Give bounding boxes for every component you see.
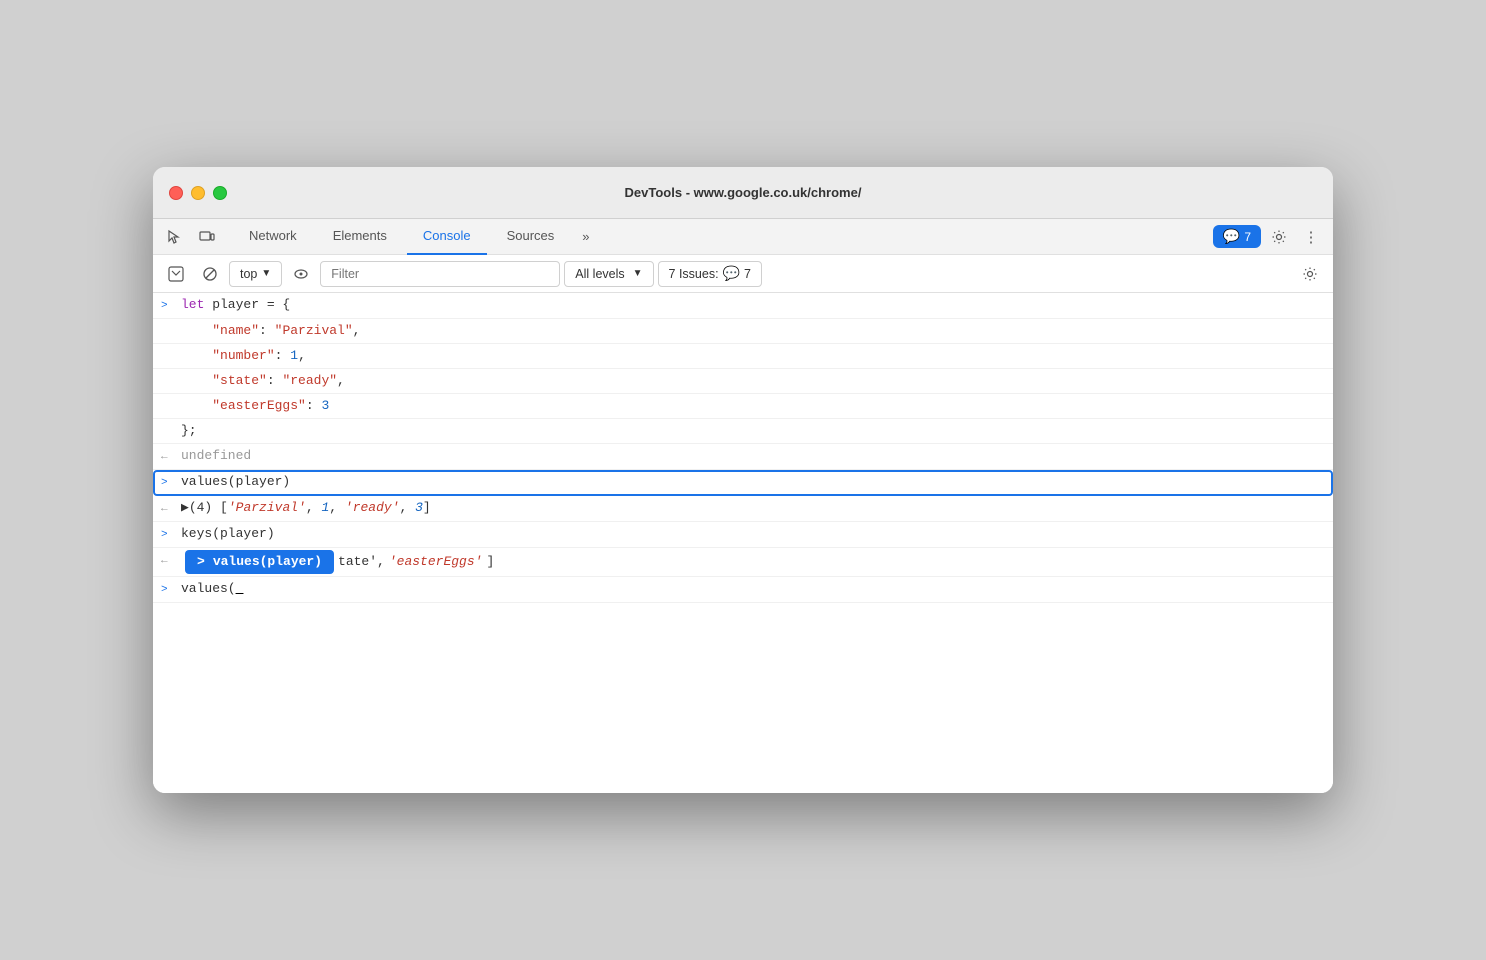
settings-icon[interactable] bbox=[1265, 223, 1293, 251]
devtools-panel: Network Elements Console Sources » 💬 7 bbox=[153, 219, 1333, 793]
issues-count-badge: 7 bbox=[1244, 230, 1251, 244]
console-line: "name": "Parzival", bbox=[153, 319, 1333, 344]
console-line: }; bbox=[153, 419, 1333, 444]
tab-network[interactable]: Network bbox=[233, 219, 313, 255]
console-line: "state": "ready", bbox=[153, 369, 1333, 394]
tab-elements[interactable]: Elements bbox=[317, 219, 403, 255]
arrow-icon: > bbox=[161, 295, 181, 316]
device-toggle-icon[interactable] bbox=[193, 223, 221, 251]
line-content: values(_ bbox=[181, 579, 1325, 599]
arrow-icon: ← bbox=[161, 446, 181, 467]
console-line-last[interactable]: > values(_ bbox=[153, 577, 1333, 603]
line-content: let player = { bbox=[181, 295, 1325, 315]
maximize-button[interactable] bbox=[213, 186, 227, 200]
tab-icons bbox=[161, 223, 221, 251]
arrow-icon: ← bbox=[161, 498, 181, 519]
eye-icon[interactable] bbox=[286, 259, 316, 289]
line-content: }; bbox=[181, 421, 1325, 441]
line-content: "name": "Parzival", bbox=[181, 321, 1325, 341]
tab-actions: 💬 7 ⋮ bbox=[1213, 223, 1325, 251]
autocomplete-popup[interactable]: > values(player) bbox=[185, 550, 334, 574]
tab-bar: Network Elements Console Sources » 💬 7 bbox=[153, 219, 1333, 255]
console-line-outlined: > values(player) bbox=[153, 470, 1333, 496]
tab-more-button[interactable]: » bbox=[574, 219, 597, 255]
arrow-icon: ← bbox=[161, 550, 181, 571]
filter-input[interactable] bbox=[320, 261, 560, 287]
chevron-down-icon: ▼ bbox=[261, 268, 271, 279]
block-icon[interactable] bbox=[195, 259, 225, 289]
arrow-icon bbox=[161, 396, 181, 397]
arrow-icon: > bbox=[161, 472, 181, 493]
console-line: "number": 1, bbox=[153, 344, 1333, 369]
console-line: "easterEggs": 3 bbox=[153, 394, 1333, 419]
chevron-down-icon: ▼ bbox=[633, 268, 643, 279]
arrow-icon bbox=[161, 371, 181, 372]
select-element-icon[interactable] bbox=[161, 223, 189, 251]
line-content: values(player) bbox=[181, 472, 1325, 492]
message-icon-blue: 💬 bbox=[723, 265, 740, 282]
context-selector[interactable]: top ▼ bbox=[229, 261, 282, 287]
arrow-icon bbox=[161, 346, 181, 347]
issues-badge[interactable]: 💬 7 bbox=[1213, 225, 1261, 248]
arrow-icon: > bbox=[161, 524, 181, 545]
console-line: > keys(player) bbox=[153, 522, 1333, 548]
devtools-window: DevTools - www.google.co.uk/chrome/ bbox=[153, 167, 1333, 793]
minimize-button[interactable] bbox=[191, 186, 205, 200]
issues-count-label: 7 Issues: bbox=[669, 267, 719, 281]
arrow-icon bbox=[161, 421, 181, 422]
more-options-icon[interactable]: ⋮ bbox=[1297, 223, 1325, 251]
message-icon: 💬 bbox=[1223, 228, 1240, 245]
line-content: "number": 1, bbox=[181, 346, 1325, 366]
clear-console-button[interactable] bbox=[161, 259, 191, 289]
issues-count-toolbar[interactable]: 7 Issues: 💬 7 bbox=[658, 261, 762, 287]
console-line: ← ▶(4) ['Parzival', 1, 'ready', 3] bbox=[153, 496, 1333, 522]
issues-num: 7 bbox=[744, 267, 751, 281]
console-settings-icon[interactable] bbox=[1295, 259, 1325, 289]
levels-label: All levels bbox=[575, 267, 624, 281]
tab-console[interactable]: Console bbox=[407, 219, 487, 255]
console-toolbar: top ▼ All levels ▼ 7 Issues: 💬 7 bbox=[153, 255, 1333, 293]
line-content: > values(player) tate', 'easterEggs'] bbox=[181, 550, 1325, 574]
close-button[interactable] bbox=[169, 186, 183, 200]
window-title: DevTools - www.google.co.uk/chrome/ bbox=[625, 185, 862, 200]
traffic-lights bbox=[169, 186, 227, 200]
line-content: "easterEggs": 3 bbox=[181, 396, 1325, 416]
console-output[interactable]: > let player = { "name": "Parzival", "nu… bbox=[153, 293, 1333, 793]
console-line-autocomplete: ← > values(player) tate', 'easterEggs'] bbox=[153, 548, 1333, 577]
context-label: top bbox=[240, 267, 257, 281]
autocomplete-arrow: > bbox=[197, 552, 205, 572]
line-content: keys(player) bbox=[181, 524, 1325, 544]
arrow-icon: > bbox=[161, 579, 181, 600]
levels-selector[interactable]: All levels ▼ bbox=[564, 261, 653, 287]
tab-sources[interactable]: Sources bbox=[491, 219, 571, 255]
titlebar: DevTools - www.google.co.uk/chrome/ bbox=[153, 167, 1333, 219]
console-line: > let player = { bbox=[153, 293, 1333, 319]
line-content: ▶(4) ['Parzival', 1, 'ready', 3] bbox=[181, 498, 1325, 518]
autocomplete-text: values(player) bbox=[213, 552, 322, 572]
console-line: ← undefined bbox=[153, 444, 1333, 470]
arrow-icon bbox=[161, 321, 181, 322]
line-content: "state": "ready", bbox=[181, 371, 1325, 391]
line-content: undefined bbox=[181, 446, 1325, 466]
